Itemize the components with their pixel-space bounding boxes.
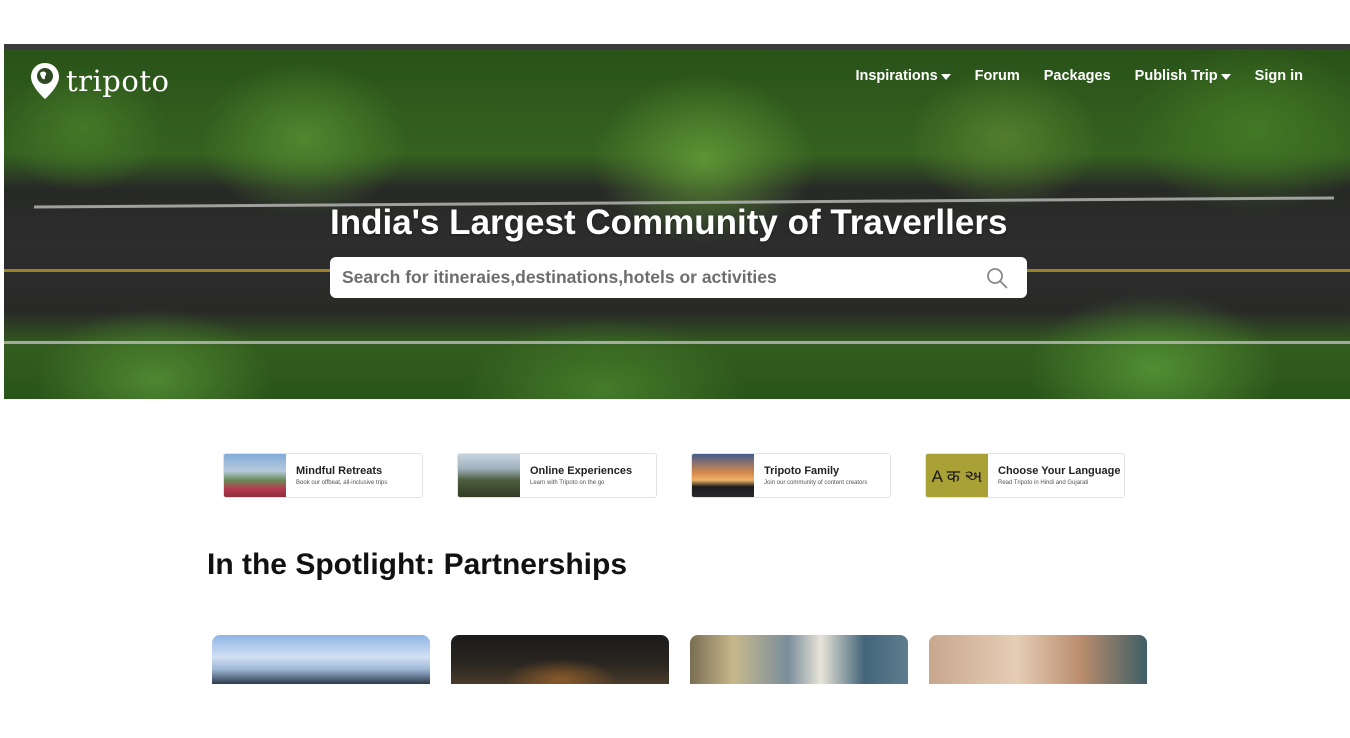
quick-link-title: Tripoto Family	[764, 465, 840, 477]
caret-down-icon	[940, 73, 951, 80]
quick-link-choose-language[interactable]: A क અ Choose Your Language Read Tripoto …	[925, 453, 1125, 498]
logo-text: tripoto	[66, 64, 170, 98]
quick-link-subtitle: Read Tripoto in Hindi and Gujarati	[998, 480, 1089, 486]
tripoto-family-thumbnail	[692, 454, 754, 497]
online-experiences-thumbnail	[458, 454, 520, 497]
quick-link-subtitle: Book our offbeat, all-inclusive trips	[296, 480, 388, 486]
nav-label: Packages	[1043, 68, 1111, 84]
quick-link-mindful-retreats[interactable]: Mindful Retreats Book our offbeat, all-i…	[223, 453, 423, 498]
nav-label: Inspirations	[855, 68, 938, 84]
quick-links: Mindful Retreats Book our offbeat, all-i…	[223, 453, 1125, 498]
mindful-retreats-thumbnail	[224, 454, 286, 497]
quick-link-title: Choose Your Language	[998, 465, 1121, 477]
nav-sign-in[interactable]: Sign in	[1255, 68, 1303, 84]
spotlight-title: In the Spotlight: Partnerships	[207, 548, 628, 581]
language-thumbnail: A क અ	[926, 454, 988, 497]
nav-inspirations[interactable]: Inspirations	[855, 68, 951, 84]
spotlight-cards	[212, 635, 1147, 684]
nav-label: Publish Trip	[1134, 68, 1218, 84]
quick-link-tripoto-family[interactable]: Tripoto Family Join our community of con…	[691, 453, 891, 498]
logo[interactable]: tripoto	[30, 62, 169, 100]
nav-label: Forum	[974, 68, 1020, 84]
spotlight-card[interactable]	[929, 635, 1147, 684]
quick-link-title: Mindful Retreats	[296, 465, 383, 477]
spotlight-card[interactable]	[690, 635, 908, 684]
quick-link-subtitle: Learn with Tripoto on the go	[530, 480, 605, 486]
search-input[interactable]	[340, 266, 977, 289]
quick-link-title: Online Experiences	[530, 465, 633, 477]
search-bar	[330, 257, 1027, 298]
quick-link-online-experiences[interactable]: Online Experiences Learn with Tripoto on…	[457, 453, 657, 498]
search-icon	[987, 267, 1008, 288]
caret-down-icon	[1220, 73, 1231, 80]
nav-label: Sign in	[1254, 68, 1303, 84]
hero-title: India's Largest Community of Traverllers	[330, 203, 1008, 242]
main-nav: Inspirations Forum Packages Publish Trip…	[855, 68, 1303, 84]
spotlight-card[interactable]	[212, 635, 430, 684]
map-pin-icon	[30, 62, 60, 100]
nav-publish-trip[interactable]: Publish Trip	[1135, 68, 1231, 84]
search-button[interactable]	[977, 258, 1017, 298]
quick-link-subtitle: Join our community of content creators	[764, 480, 868, 486]
spotlight-card[interactable]	[451, 635, 669, 684]
nav-packages[interactable]: Packages	[1044, 68, 1111, 84]
nav-forum[interactable]: Forum	[975, 68, 1020, 84]
